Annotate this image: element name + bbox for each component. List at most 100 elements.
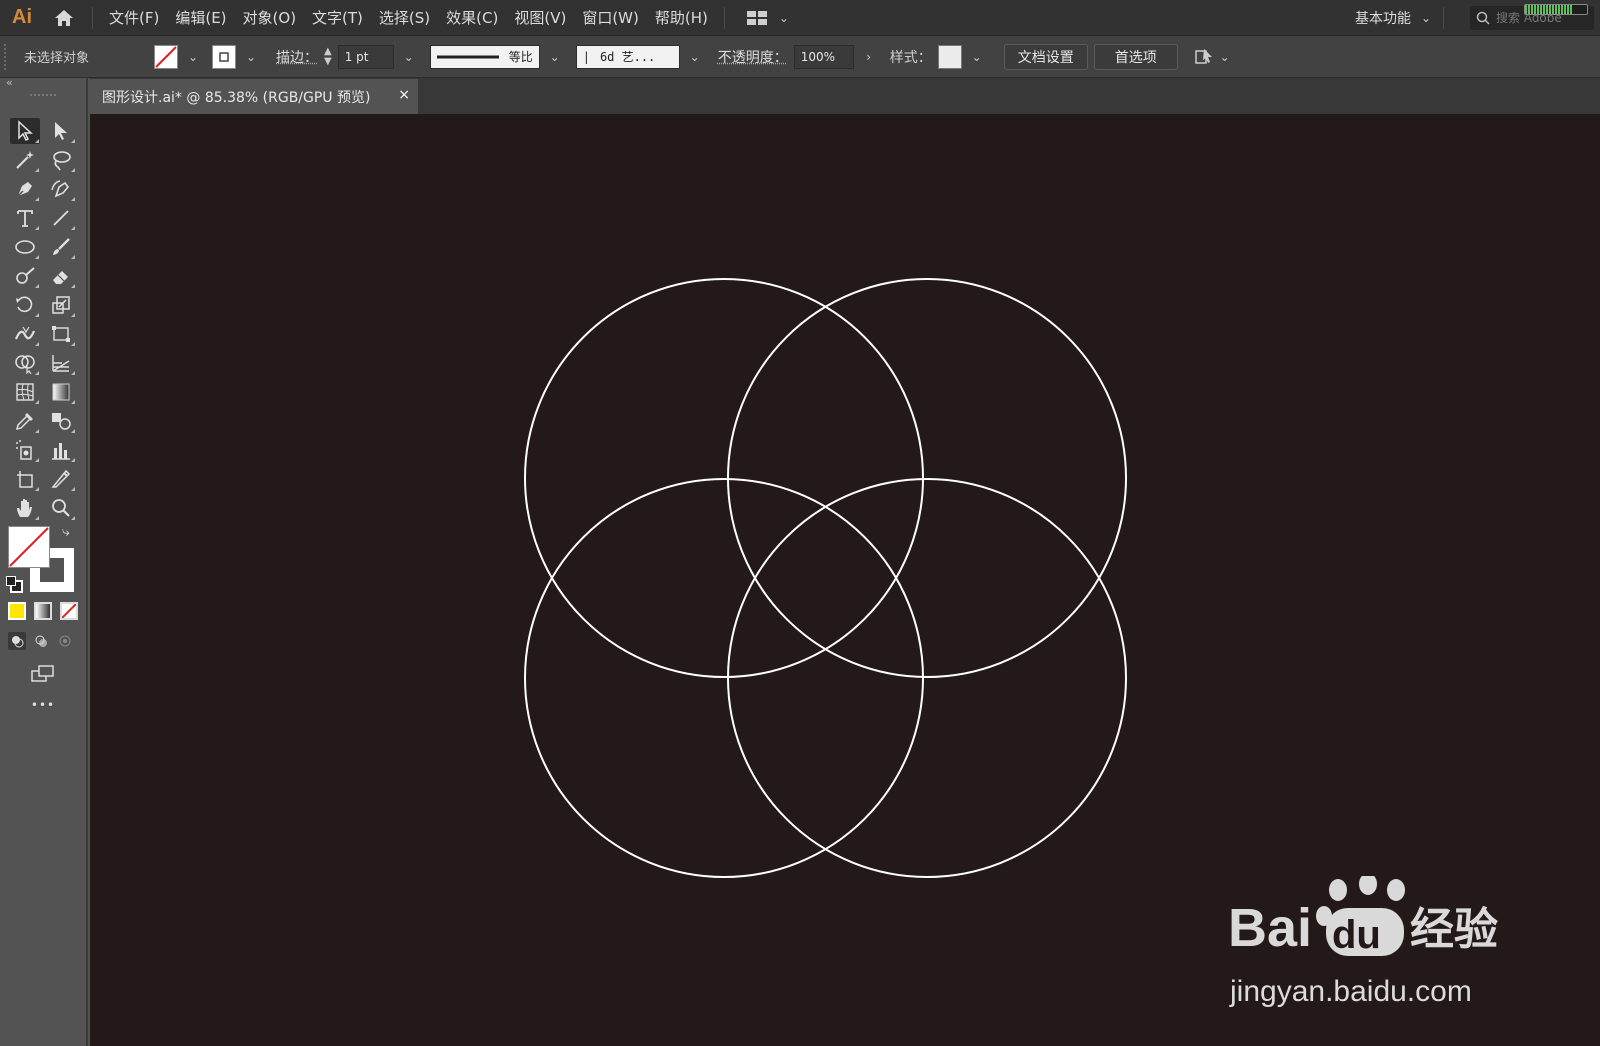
- panel-menu-icon: [1194, 48, 1212, 64]
- control-bar: 未选择对象 ⌄ ⌄ 描边： ▲ ▼ 1 pt ⌄ 等比 ⌄ | 6d 艺... ⌄…: [0, 36, 1600, 78]
- arrange-grid-icon: [746, 10, 767, 25]
- brush-definition-label: 6d 艺...: [599, 50, 656, 64]
- svg-text:du: du: [1332, 913, 1381, 957]
- search-input[interactable]: 搜索 Adobe: [1470, 3, 1594, 30]
- artboard-tool[interactable]: [10, 466, 40, 492]
- opacity-label[interactable]: 不透明度：: [718, 47, 788, 67]
- draw-inside-button[interactable]: [56, 632, 74, 650]
- document-tab-title: 图形设计.ai* @ 85.38% (RGB/GPU 预览): [102, 89, 371, 106]
- swap-fill-stroke-icon[interactable]: ⤷: [62, 524, 70, 540]
- draw-behind-button[interactable]: [32, 632, 50, 650]
- screen-mode-button[interactable]: [28, 662, 58, 686]
- rotate-icon: [16, 296, 33, 313]
- shaper-tool[interactable]: [10, 263, 40, 289]
- document-tab[interactable]: 图形设计.ai* @ 85.38% (RGB/GPU 预览) ×: [90, 79, 418, 114]
- hand-tool[interactable]: [10, 495, 40, 521]
- stroke-stepper-icon[interactable]: ▲ ▼: [324, 46, 332, 67]
- eyedropper-tool[interactable]: [10, 408, 40, 434]
- menu-effect[interactable]: 效果(C): [438, 7, 506, 28]
- fill-square[interactable]: [8, 526, 50, 568]
- hand-icon: [17, 499, 32, 517]
- line-segment-tool[interactable]: [46, 205, 76, 231]
- draw-normal-button[interactable]: [8, 632, 26, 650]
- zoom-tool[interactable]: [46, 495, 76, 521]
- close-tab-icon[interactable]: ×: [398, 87, 410, 103]
- stroke-dropdown-icon[interactable]: ⌄: [242, 44, 260, 70]
- fill-swatch[interactable]: [154, 44, 178, 69]
- brush-definition-select[interactable]: | 6d 艺...: [575, 44, 680, 69]
- stroke-profile-select[interactable]: 等比: [429, 44, 540, 69]
- blend-tool[interactable]: [46, 408, 76, 434]
- magic-wand-icon: [16, 151, 34, 169]
- selection-tool[interactable]: [10, 118, 40, 144]
- eraser-icon: [53, 271, 68, 284]
- stroke-weight-input[interactable]: 1 pt: [337, 44, 394, 69]
- gradient-mode-button[interactable]: [34, 602, 52, 620]
- arrange-documents-button[interactable]: ⌄: [746, 5, 793, 31]
- direct-selection-tool[interactable]: [46, 118, 76, 144]
- eraser-tool[interactable]: [46, 263, 76, 289]
- slice-tool[interactable]: [46, 466, 76, 492]
- column-graph-tool[interactable]: [46, 437, 76, 463]
- color-mode-button[interactable]: [8, 602, 26, 620]
- menu-separator: [92, 6, 93, 29]
- width-tool[interactable]: [10, 321, 40, 347]
- document-setup-button[interactable]: 文档设置: [1003, 43, 1088, 70]
- opacity-input[interactable]: 100%: [793, 44, 854, 69]
- magic-wand-tool[interactable]: [10, 147, 40, 173]
- paintbrush-tool[interactable]: [46, 234, 76, 260]
- svg-text:经验: 经验: [1410, 904, 1498, 955]
- rotate-tool[interactable]: [10, 292, 40, 318]
- pen-tool[interactable]: [10, 176, 40, 202]
- free-transform-tool[interactable]: [46, 321, 76, 347]
- graphic-style-swatch[interactable]: [937, 44, 962, 69]
- edit-toolbar-button[interactable]: •••: [28, 698, 58, 712]
- stroke-swatch[interactable]: [212, 44, 236, 69]
- curvature-tool[interactable]: [46, 176, 76, 202]
- scale-tool[interactable]: [46, 292, 76, 318]
- eyedropper-icon: [15, 413, 33, 431]
- symbol-sprayer-tool[interactable]: [10, 437, 40, 463]
- type-tool[interactable]: [10, 205, 40, 231]
- gradient-tool[interactable]: [46, 379, 76, 405]
- fill-dropdown-icon[interactable]: ⌄: [184, 44, 202, 70]
- menu-edit[interactable]: 编辑(E): [167, 7, 234, 28]
- menubar-right: 基本功能 ⌄ 搜索 Adobe: [1345, 0, 1600, 35]
- selection-status: 未选择对象: [24, 51, 90, 66]
- menu-type[interactable]: 文字(T): [304, 7, 371, 28]
- none-mode-button[interactable]: [60, 602, 78, 620]
- preferences-button[interactable]: 首选项: [1093, 43, 1178, 70]
- type-t-icon: [17, 210, 33, 227]
- stroke-label[interactable]: 描边：: [276, 47, 318, 67]
- brush-dropdown-icon[interactable]: ⌄: [686, 44, 704, 70]
- home-icon[interactable]: [44, 0, 84, 35]
- shape-builder-tool[interactable]: [10, 350, 40, 376]
- style-dropdown-icon[interactable]: ⌄: [968, 44, 986, 70]
- arrange-panel-button[interactable]: ⌄: [1194, 44, 1234, 70]
- watermark-url: jingyan.baidu.com: [1230, 975, 1472, 1008]
- collapse-panel-icon[interactable]: ‹‹: [6, 76, 13, 89]
- menu-object[interactable]: 对象(O): [235, 7, 305, 28]
- stroke-profile-line-icon: [436, 55, 499, 58]
- stroke-weight-dropdown-icon[interactable]: ⌄: [400, 44, 418, 70]
- toolbar-grip[interactable]: [30, 94, 56, 99]
- workspace-selector[interactable]: 基本功能: [1345, 8, 1417, 28]
- draw-behind-icon: [35, 635, 47, 647]
- menu-file[interactable]: 文件(F): [101, 7, 167, 28]
- menu-help[interactable]: 帮助(H): [647, 7, 716, 28]
- perspective-grid-tool[interactable]: [46, 350, 76, 376]
- default-fill-stroke-icon[interactable]: [6, 576, 23, 593]
- screen-mode-icon: [31, 665, 54, 682]
- menu-select[interactable]: 选择(S): [371, 7, 438, 28]
- opacity-expand-icon[interactable]: ›: [860, 44, 878, 70]
- bar-chart-icon: [52, 443, 70, 460]
- chevron-down-icon[interactable]: ⌄: [1417, 5, 1435, 31]
- ellipse-tool[interactable]: [10, 234, 40, 260]
- menu-window[interactable]: 窗口(W): [574, 7, 647, 28]
- control-bar-grip[interactable]: [4, 43, 12, 70]
- mesh-tool[interactable]: [10, 379, 40, 405]
- menu-view[interactable]: 视图(V): [506, 7, 574, 28]
- curvature-pen-icon: [51, 180, 70, 198]
- stroke-profile-dropdown-icon[interactable]: ⌄: [546, 44, 564, 70]
- lasso-tool[interactable]: [46, 147, 76, 173]
